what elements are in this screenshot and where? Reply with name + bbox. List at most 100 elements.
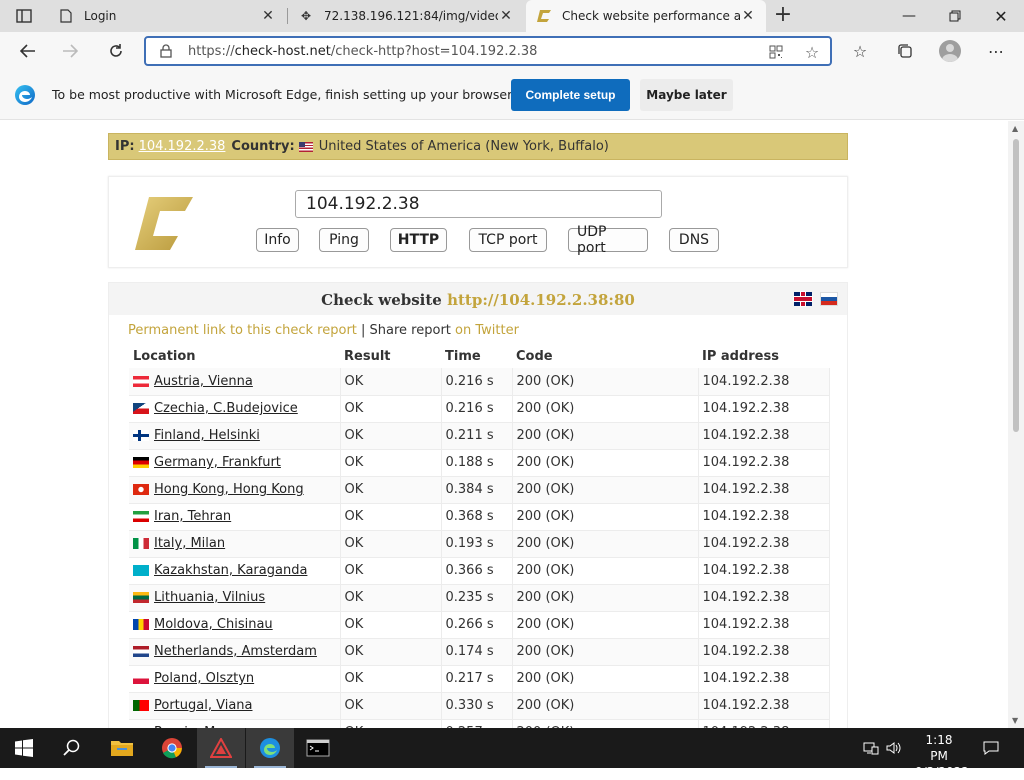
location-link[interactable]: Austria, Vienna bbox=[154, 374, 253, 389]
page-scrollbar[interactable]: ▲ ▼ bbox=[1008, 121, 1024, 728]
ip-cell: 104.192.2.38 bbox=[697, 449, 830, 477]
search-icon[interactable] bbox=[48, 728, 96, 768]
location-link[interactable]: Netherlands, Amsterdam bbox=[154, 644, 317, 659]
location-link[interactable]: Italy, Milan bbox=[154, 536, 225, 551]
russian-flag-icon[interactable] bbox=[820, 292, 838, 306]
location-link[interactable]: Lithuania, Vilnius bbox=[154, 590, 265, 605]
favorites-icon[interactable]: ☆ bbox=[847, 39, 873, 63]
time-cell: 0.188 s bbox=[440, 449, 512, 477]
location-cell: Poland, Olsztyn bbox=[129, 665, 340, 693]
volume-icon[interactable] bbox=[885, 740, 903, 756]
header-time: Time bbox=[445, 348, 481, 364]
file-explorer-icon[interactable] bbox=[98, 728, 146, 768]
back-button[interactable] bbox=[15, 39, 41, 63]
network-icon[interactable] bbox=[862, 740, 880, 756]
url-text[interactable]: https://check-host.net/check-http?host=1… bbox=[188, 44, 537, 59]
code-cell: 200 (OK) bbox=[511, 422, 698, 450]
notifications-icon[interactable] bbox=[982, 740, 1000, 756]
ip-info-bar: IP: 104.192.2.38 Country: United States … bbox=[108, 133, 848, 160]
scrollbar-thumb[interactable] bbox=[1013, 139, 1019, 432]
result-cell: OK bbox=[339, 584, 441, 612]
time-cell: 0.216 s bbox=[440, 368, 512, 396]
tab-label: 72.138.196.121:84/img/video.mjpeg bbox=[324, 9, 498, 23]
location-link[interactable]: Germany, Frankfurt bbox=[154, 455, 281, 470]
code-cell: 200 (OK) bbox=[511, 611, 698, 639]
ip-label: IP: bbox=[115, 139, 135, 154]
more-options-icon[interactable]: ⋯ bbox=[983, 39, 1009, 63]
maybe-later-button[interactable]: Maybe later bbox=[640, 79, 733, 111]
location-link[interactable]: Poland, Olsztyn bbox=[154, 671, 254, 686]
table-row: Russia, MoscowOK0.257 s200 (OK)104.192.2… bbox=[129, 719, 830, 728]
forward-button[interactable] bbox=[57, 39, 83, 63]
tab-actions-icon[interactable] bbox=[10, 6, 38, 26]
location-link[interactable]: Hong Kong, Hong Kong bbox=[154, 482, 304, 497]
minimize-button[interactable]: — bbox=[886, 0, 932, 32]
app-warning-icon[interactable] bbox=[197, 728, 245, 768]
location-link[interactable]: Kazakhstan, Karaganda bbox=[154, 563, 307, 578]
close-icon[interactable]: ✕ bbox=[740, 8, 756, 24]
address-bar[interactable]: https://check-host.net/check-http?host=1… bbox=[144, 36, 832, 66]
twitter-link[interactable]: on Twitter bbox=[455, 323, 519, 338]
check-type-udp[interactable]: UDP port bbox=[568, 224, 648, 256]
url-host: check-host.net bbox=[234, 44, 331, 59]
terminal-icon[interactable] bbox=[294, 728, 342, 768]
country-value: United States of America (New York, Buff… bbox=[318, 139, 609, 154]
page-content: IP: 104.192.2.38 Country: United States … bbox=[0, 121, 1008, 728]
add-favorite-icon[interactable]: ☆ bbox=[802, 43, 822, 62]
lock-icon[interactable] bbox=[160, 44, 172, 62]
location-link[interactable]: Czechia, C.Budejovice bbox=[154, 401, 298, 416]
check-type-info[interactable]: Info bbox=[256, 228, 299, 252]
close-window-button[interactable]: ✕ bbox=[978, 0, 1024, 32]
permalink-link[interactable]: Permanent link to this check report bbox=[128, 323, 357, 338]
result-cell: OK bbox=[339, 422, 441, 450]
close-icon[interactable]: ✕ bbox=[260, 8, 276, 24]
location-link[interactable]: Finland, Helsinki bbox=[154, 428, 260, 443]
check-type-dns[interactable]: DNS bbox=[669, 228, 719, 252]
location-link[interactable]: Portugal, Viana bbox=[154, 698, 253, 713]
table-row: Austria, Vienna OK 0.216 s 200 (OK) 104.192.… bbox=[129, 368, 830, 396]
result-url[interactable]: http://104.192.2.38:80 bbox=[447, 291, 635, 309]
code-cell: 200 (OK) bbox=[511, 503, 698, 531]
restore-button[interactable] bbox=[932, 0, 978, 32]
table-row: Finland, Helsinki OK 0.211 s 200 (OK) 104.19… bbox=[129, 422, 830, 450]
check-type-ping[interactable]: Ping bbox=[319, 228, 369, 252]
scroll-up-icon[interactable]: ▲ bbox=[1012, 124, 1018, 133]
time-cell: 0.211 s bbox=[440, 422, 512, 450]
edge-taskbar-icon[interactable] bbox=[246, 728, 294, 768]
country-flag-icon bbox=[133, 538, 149, 549]
collections-icon[interactable] bbox=[892, 39, 918, 63]
table-row: Hong Kong, Hong Kong OK 0.384 s 200 (OK) 104… bbox=[129, 476, 830, 504]
location-cell: Moldova, Chisinau bbox=[129, 611, 340, 639]
report-links: Permanent link to this check report | Sh… bbox=[128, 323, 519, 338]
country-flag-icon bbox=[133, 430, 149, 441]
chrome-icon[interactable] bbox=[148, 728, 196, 768]
ip-link[interactable]: 104.192.2.38 bbox=[139, 139, 226, 154]
clock-time: 1:18 PM bbox=[925, 733, 953, 763]
tab-video[interactable]: ✥ 72.138.196.121:84/img/video.mjpeg ✕ bbox=[288, 0, 524, 32]
url-path: /check-http?host= bbox=[330, 44, 451, 59]
url-prefix: https:// bbox=[188, 44, 235, 59]
profile-avatar[interactable] bbox=[939, 40, 961, 62]
tab-login[interactable]: Login ✕ bbox=[48, 0, 286, 32]
check-type-tcp[interactable]: TCP port bbox=[469, 228, 547, 252]
result-panel: Check website http://104.192.2.38:80 Per… bbox=[108, 282, 848, 728]
complete-setup-button[interactable]: Complete setup bbox=[511, 79, 630, 111]
location-link[interactable]: Moldova, Chisinau bbox=[154, 617, 273, 632]
taskbar-clock[interactable]: 1:18 PM 9/3/2022 bbox=[915, 732, 969, 780]
check-type-http[interactable]: HTTP bbox=[390, 228, 447, 252]
english-flag-icon[interactable] bbox=[794, 292, 812, 306]
tab-label: Login bbox=[84, 9, 117, 23]
new-tab-button[interactable]: + bbox=[772, 4, 794, 28]
qr-code-icon[interactable] bbox=[766, 43, 786, 61]
start-button[interactable] bbox=[0, 728, 48, 768]
scroll-down-icon[interactable]: ▼ bbox=[1012, 716, 1018, 725]
close-icon[interactable]: ✕ bbox=[498, 8, 514, 24]
tab-check-host[interactable]: Check website performance and ✕ bbox=[526, 0, 766, 32]
location-cell: Czechia, C.Budejovice bbox=[129, 395, 340, 423]
host-input[interactable] bbox=[295, 190, 662, 218]
results-table: Location Result Time Code IP address Aus… bbox=[129, 344, 830, 728]
check-host-logo[interactable] bbox=[135, 197, 193, 250]
location-link[interactable]: Iran, Tehran bbox=[154, 509, 231, 524]
ip-cell: 104.192.2.38 bbox=[697, 638, 830, 666]
refresh-button[interactable] bbox=[103, 39, 129, 63]
